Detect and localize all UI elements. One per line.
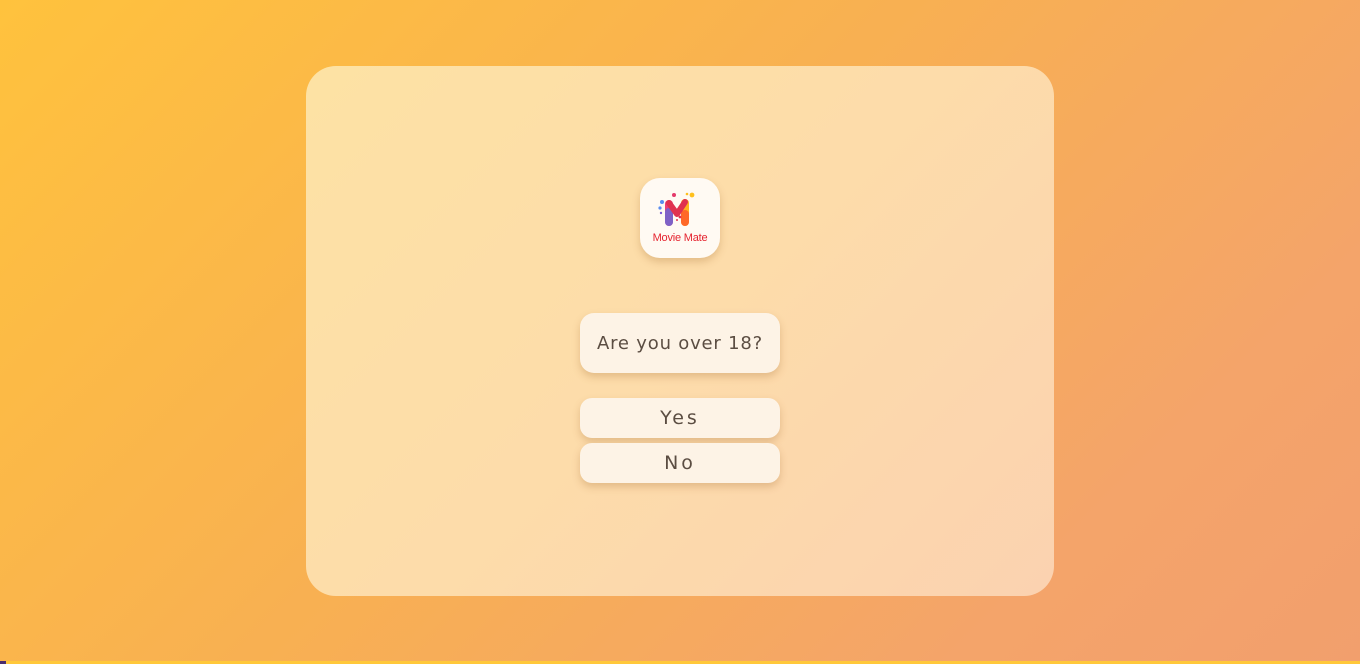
no-button[interactable]: No (580, 443, 780, 483)
age-question: Are you over 18? (580, 313, 780, 373)
age-gate-card: Movie Mate Are you over 18? Yes No (306, 66, 1054, 596)
movie-mate-logo-icon (658, 192, 695, 226)
yes-button[interactable]: Yes (580, 398, 780, 438)
app-logo: Movie Mate (640, 178, 720, 258)
logo-text: Movie Mate (652, 232, 708, 244)
